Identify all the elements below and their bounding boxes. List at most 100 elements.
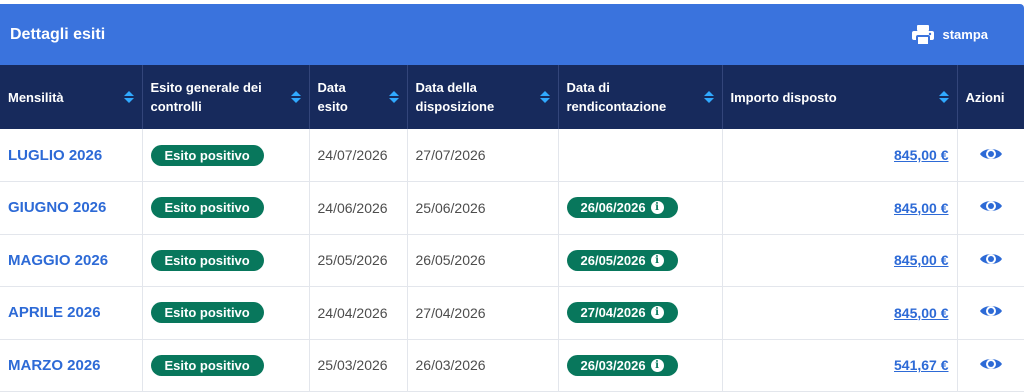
cell-azioni (957, 287, 1024, 340)
month-link[interactable]: MAGGIO 2026 (8, 252, 108, 269)
cell-azioni (957, 234, 1024, 287)
print-label: stampa (942, 27, 988, 42)
cell-importo: 845,00 € (722, 181, 958, 234)
print-button[interactable]: stampa (912, 24, 988, 45)
cell-esito: Esito positivo (142, 339, 310, 392)
cell-data-disposizione: 26/03/2026 (407, 339, 559, 392)
cell-data-disposizione: 25/06/2026 (407, 181, 559, 234)
col-esito-label: Esito generale dei controlli (150, 80, 262, 114)
esiti-table: Mensilità Esito generale dei controlli Dat… (0, 65, 1024, 392)
rendicontazione-date: 27/04/2026 (580, 305, 646, 321)
col-esito-header[interactable]: Esito generale dei controlli (142, 65, 310, 129)
sort-icon[interactable] (290, 91, 301, 103)
month-link[interactable]: MARZO 2026 (8, 357, 101, 374)
col-azioni-label: Azioni (965, 89, 1005, 105)
month-link[interactable]: APRILE 2026 (8, 304, 101, 321)
importo-link[interactable]: 845,00 € (894, 200, 949, 216)
rendicontazione-badge[interactable]: 26/03/2026 i (566, 354, 678, 376)
esito-badge: Esito positivo (150, 197, 264, 219)
importo-link[interactable]: 845,00 € (894, 305, 949, 321)
cell-data-esito: 24/06/2026 (309, 181, 408, 234)
cell-data-rendicontazione: 26/03/2026 i (558, 339, 723, 392)
esiti-panel: Dettagli esiti stampa Mensilità Esito ge… (0, 4, 1024, 392)
info-icon: i (650, 201, 664, 215)
table-row: MARZO 2026 Esito positivo 25/03/2026 26/… (0, 339, 1024, 392)
importo-link[interactable]: 845,00 € (894, 252, 949, 268)
eye-icon[interactable] (979, 303, 1003, 322)
table-row: GIUGNO 2026 Esito positivo 24/06/2026 25… (0, 181, 1024, 235)
sort-icon[interactable] (388, 91, 399, 103)
table-row: MAGGIO 2026 Esito positivo 25/05/2026 26… (0, 234, 1024, 287)
cell-mensilita: APRILE 2026 (0, 286, 143, 339)
info-icon: i (650, 306, 664, 320)
col-mensilita-label: Mensilità (8, 89, 64, 105)
cell-mensilita: MAGGIO 2026 (0, 234, 143, 287)
eye-icon[interactable] (979, 251, 1003, 270)
importo-link[interactable]: 541,67 € (894, 357, 949, 373)
cell-esito: Esito positivo (142, 286, 310, 339)
cell-data-esito: 24/04/2026 (309, 286, 408, 339)
table-row: LUGLIO 2026 Esito positivo 24/07/2026 27… (0, 129, 1024, 182)
cell-data-rendicontazione: 27/04/2026 i (558, 286, 723, 339)
info-icon: i (650, 253, 664, 267)
eye-icon[interactable] (979, 198, 1003, 217)
cell-importo: 541,67 € (722, 339, 958, 392)
sort-icon[interactable] (703, 91, 714, 103)
month-link[interactable]: LUGLIO 2026 (8, 147, 102, 164)
table-header-row: Mensilità Esito generale dei controlli Dat… (0, 65, 1024, 129)
col-azioni-header: Azioni (957, 65, 1024, 129)
col-data-esito-header[interactable]: Data esito (309, 65, 408, 129)
cell-mensilita: LUGLIO 2026 (0, 129, 143, 182)
importo-link[interactable]: 845,00 € (894, 147, 949, 163)
col-data-disposizione-label: Data della disposizione (415, 80, 495, 114)
cell-azioni (957, 339, 1024, 392)
cell-esito: Esito positivo (142, 129, 310, 182)
rendicontazione-date: 26/06/2026 (580, 200, 646, 216)
cell-data-rendicontazione: 26/06/2026 i (558, 181, 723, 234)
month-link[interactable]: GIUGNO 2026 (8, 199, 106, 216)
eye-icon[interactable] (979, 356, 1003, 375)
printer-icon (912, 24, 935, 45)
col-mensilita-header[interactable]: Mensilità (0, 65, 143, 129)
esito-badge: Esito positivo (150, 354, 264, 376)
esito-badge: Esito positivo (150, 144, 264, 166)
rendicontazione-date: 26/05/2026 (580, 252, 646, 268)
cell-importo: 845,00 € (722, 234, 958, 287)
cell-esito: Esito positivo (142, 181, 310, 234)
cell-data-disposizione: 27/04/2026 (407, 286, 559, 339)
panel-title: Dettagli esiti (10, 25, 106, 43)
col-importo-header[interactable]: Importo disposto (722, 65, 958, 129)
cell-importo: 845,00 € (722, 129, 958, 182)
sort-icon[interactable] (123, 91, 134, 103)
sort-icon[interactable] (539, 91, 550, 103)
cell-data-esito: 25/03/2026 (309, 339, 408, 392)
rendicontazione-badge[interactable]: 27/04/2026 i (566, 302, 678, 324)
panel-header: Dettagli esiti stampa (0, 4, 1024, 65)
cell-mensilita: GIUGNO 2026 (0, 181, 143, 234)
cell-data-rendicontazione: 26/05/2026 i (558, 234, 723, 287)
info-icon: i (650, 358, 664, 372)
cell-importo: 845,00 € (722, 286, 958, 339)
rendicontazione-badge[interactable]: 26/05/2026 i (566, 249, 678, 271)
cell-mensilita: MARZO 2026 (0, 339, 143, 392)
cell-data-disposizione: 27/07/2026 (407, 129, 559, 182)
cell-data-esito: 25/05/2026 (309, 234, 408, 287)
cell-azioni (957, 129, 1024, 182)
cell-data-esito: 24/07/2026 (309, 129, 408, 182)
col-data-disposizione-header[interactable]: Data della disposizione (407, 65, 559, 129)
esito-badge: Esito positivo (150, 249, 264, 271)
cell-data-disposizione: 26/05/2026 (407, 234, 559, 287)
col-data-rendicontazione-header[interactable]: Data di rendicontazione (558, 65, 723, 129)
col-data-rendicontazione-label: Data di rendicontazione (566, 80, 667, 114)
eye-icon[interactable] (979, 146, 1003, 165)
cell-data-rendicontazione (558, 129, 723, 182)
rendicontazione-date: 26/03/2026 (580, 357, 646, 373)
esito-badge: Esito positivo (150, 302, 264, 324)
col-importo-label: Importo disposto (730, 89, 837, 105)
cell-azioni (957, 182, 1024, 235)
sort-icon[interactable] (938, 91, 949, 103)
table-row: APRILE 2026 Esito positivo 24/04/2026 27… (0, 286, 1024, 340)
cell-esito: Esito positivo (142, 234, 310, 287)
col-data-esito-label: Data esito (317, 80, 348, 114)
rendicontazione-badge[interactable]: 26/06/2026 i (566, 197, 678, 219)
